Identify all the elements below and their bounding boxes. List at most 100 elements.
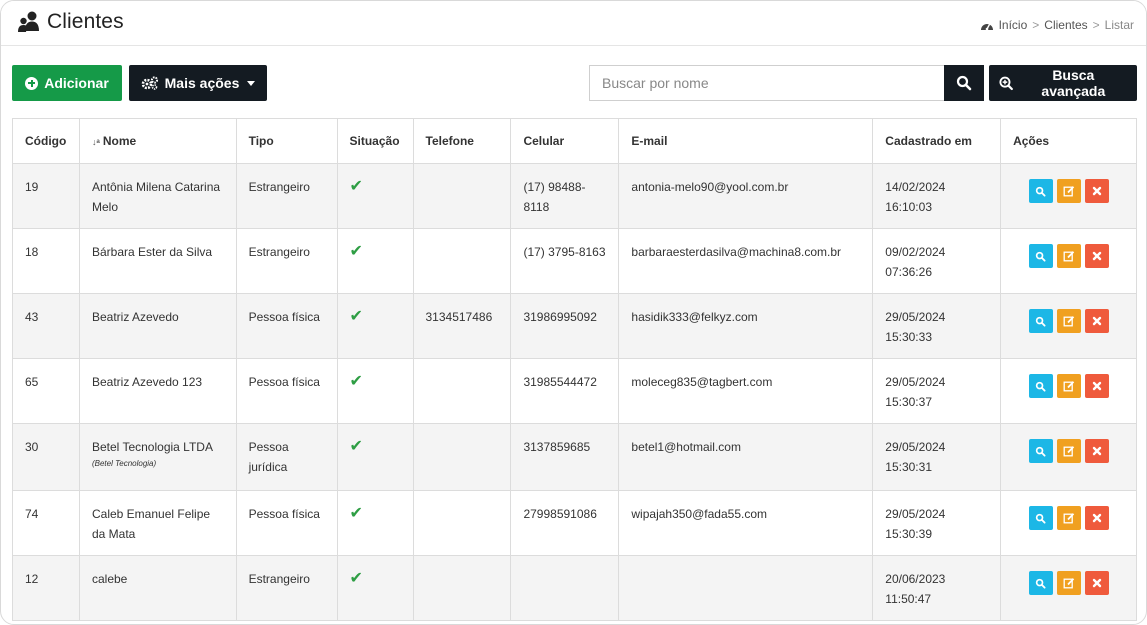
client-name: Beatriz Azevedo 123 <box>91 375 203 389</box>
edit-button[interactable] <box>1056 571 1081 595</box>
column-header-email[interactable]: E-mail <box>618 118 874 164</box>
column-header-nome[interactable]: ↓ᵃ Nome <box>78 118 237 164</box>
add-button[interactable]: Adicionar <box>12 65 122 101</box>
dashboard-icon <box>980 23 993 31</box>
view-icon <box>1035 251 1046 262</box>
column-header-tipo[interactable]: Tipo <box>235 118 338 164</box>
cell-acoes <box>1000 293 1137 359</box>
view-icon <box>1035 446 1046 457</box>
more-actions-button[interactable]: Mais ações <box>129 65 267 101</box>
column-header-celular[interactable]: Celular <box>510 118 620 164</box>
row-actions <box>1013 177 1124 203</box>
cell-email: moleceg835@tagbert.com <box>618 358 874 424</box>
cell-nome: Beatriz Azevedo <box>78 293 237 359</box>
view-button[interactable] <box>1028 309 1053 333</box>
cell-tipo: Estrangeiro <box>235 555 338 621</box>
cell-celular <box>510 555 620 621</box>
plus-circle-icon <box>25 76 39 90</box>
edit-button[interactable] <box>1056 439 1081 463</box>
delete-button[interactable] <box>1084 179 1109 203</box>
app-window: Clientes Início > Clientes > Listar Adic… <box>0 0 1147 625</box>
breadcrumb-home[interactable]: Início <box>999 18 1028 32</box>
cell-codigo: 12 <box>12 555 80 621</box>
cell-telefone <box>412 163 512 229</box>
table-row[interactable]: 65 Beatriz Azevedo 123 Pessoa física ✔ 31985… <box>12 358 1137 424</box>
cell-situacao: ✔ <box>336 228 414 294</box>
caret-down-icon <box>247 80 256 86</box>
cell-codigo: 19 <box>12 163 80 229</box>
delete-icon <box>1092 381 1101 391</box>
delete-icon <box>1092 316 1101 326</box>
table-row[interactable]: 74 Caleb Emanuel Felipe da Mata Pessoa fís… <box>12 490 1137 556</box>
check-icon: ✔ <box>349 308 363 325</box>
cell-email <box>618 555 874 621</box>
cell-nome: Caleb Emanuel Felipe da Mata <box>78 490 237 556</box>
breadcrumb: Início > Clientes > Listar <box>980 18 1134 32</box>
column-header-telefone[interactable]: Telefone <box>412 118 512 164</box>
client-name: Beatriz Azevedo <box>91 310 179 324</box>
edit-button[interactable] <box>1056 374 1081 398</box>
column-header-situacao[interactable]: Situação <box>336 118 414 164</box>
search-button[interactable] <box>944 65 984 101</box>
gears-icon <box>141 76 158 90</box>
cell-telefone <box>412 228 512 294</box>
cell-situacao: ✔ <box>336 555 414 621</box>
edit-button[interactable] <box>1056 244 1081 268</box>
advanced-search-button[interactable]: Busca avançada <box>989 65 1137 101</box>
cell-cadastro: 14/02/2024 16:10:03 <box>872 163 1002 229</box>
cell-cadastro: 29/05/2024 15:30:39 <box>872 490 1002 556</box>
breadcrumb-current: Listar <box>1104 18 1134 32</box>
cell-tipo: Estrangeiro <box>235 228 338 294</box>
view-button[interactable] <box>1028 179 1053 203</box>
table-row[interactable]: 43 Beatriz Azevedo Pessoa física ✔ 313451748… <box>12 293 1137 359</box>
delete-button[interactable] <box>1084 571 1109 595</box>
edit-icon <box>1063 578 1074 589</box>
table-row[interactable]: 12 calebe Estrangeiro ✔ 20/06/2023 11:50:47 <box>12 555 1137 621</box>
view-button[interactable] <box>1028 571 1053 595</box>
delete-button[interactable] <box>1084 244 1109 268</box>
edit-icon <box>1063 513 1074 524</box>
cell-codigo: 18 <box>12 228 80 294</box>
cell-nome: Bárbara Ester da Silva <box>78 228 237 294</box>
delete-icon <box>1092 513 1101 523</box>
edit-button[interactable] <box>1056 506 1081 530</box>
cell-tipo: Pessoa física <box>235 490 338 556</box>
table-row[interactable]: 19 Antônia Milena Catarina Melo Estrangeir… <box>12 163 1137 229</box>
cell-tipo: Pessoa física <box>235 358 338 424</box>
column-header-codigo[interactable]: Código <box>12 118 80 164</box>
delete-button[interactable] <box>1084 309 1109 333</box>
view-button[interactable] <box>1028 439 1053 463</box>
view-icon <box>1035 186 1046 197</box>
view-button[interactable] <box>1028 244 1053 268</box>
cell-cadastro: 20/06/2023 11:50:47 <box>872 555 1002 621</box>
edit-button[interactable] <box>1056 309 1081 333</box>
table-body: 19 Antônia Milena Catarina Melo Estrangeir… <box>12 163 1137 621</box>
delete-button[interactable] <box>1084 439 1109 463</box>
cell-celular: 31985544472 <box>510 358 620 424</box>
row-actions <box>1013 372 1124 398</box>
table-row[interactable]: 18 Bárbara Ester da Silva Estrangeiro ✔ (17)… <box>12 228 1137 294</box>
cell-acoes <box>1000 555 1137 621</box>
breadcrumb-clientes[interactable]: Clientes <box>1044 18 1087 32</box>
view-button[interactable] <box>1028 374 1053 398</box>
delete-button[interactable] <box>1084 374 1109 398</box>
table-row[interactable]: 30 Betel Tecnologia LTDA (Betel Tecnologia… <box>12 423 1137 491</box>
cell-situacao: ✔ <box>336 490 414 556</box>
cell-codigo: 30 <box>12 423 80 491</box>
cell-celular: 27998591086 <box>510 490 620 556</box>
cell-celular: 31986995092 <box>510 293 620 359</box>
cell-celular: 3137859685 <box>510 423 620 491</box>
view-button[interactable] <box>1028 506 1053 530</box>
breadcrumb-separator: > <box>1092 18 1100 32</box>
search-input[interactable] <box>589 65 944 101</box>
column-header-nome-label: Nome <box>102 134 137 148</box>
column-header-cadastro[interactable]: Cadastrado em <box>872 118 1002 164</box>
cell-codigo: 74 <box>12 490 80 556</box>
delete-button[interactable] <box>1084 506 1109 530</box>
row-actions <box>1013 437 1124 463</box>
cell-celular: (17) 3795-8163 <box>510 228 620 294</box>
cell-acoes <box>1000 490 1137 556</box>
row-actions <box>1013 504 1124 530</box>
edit-icon <box>1063 446 1074 457</box>
edit-button[interactable] <box>1056 179 1081 203</box>
